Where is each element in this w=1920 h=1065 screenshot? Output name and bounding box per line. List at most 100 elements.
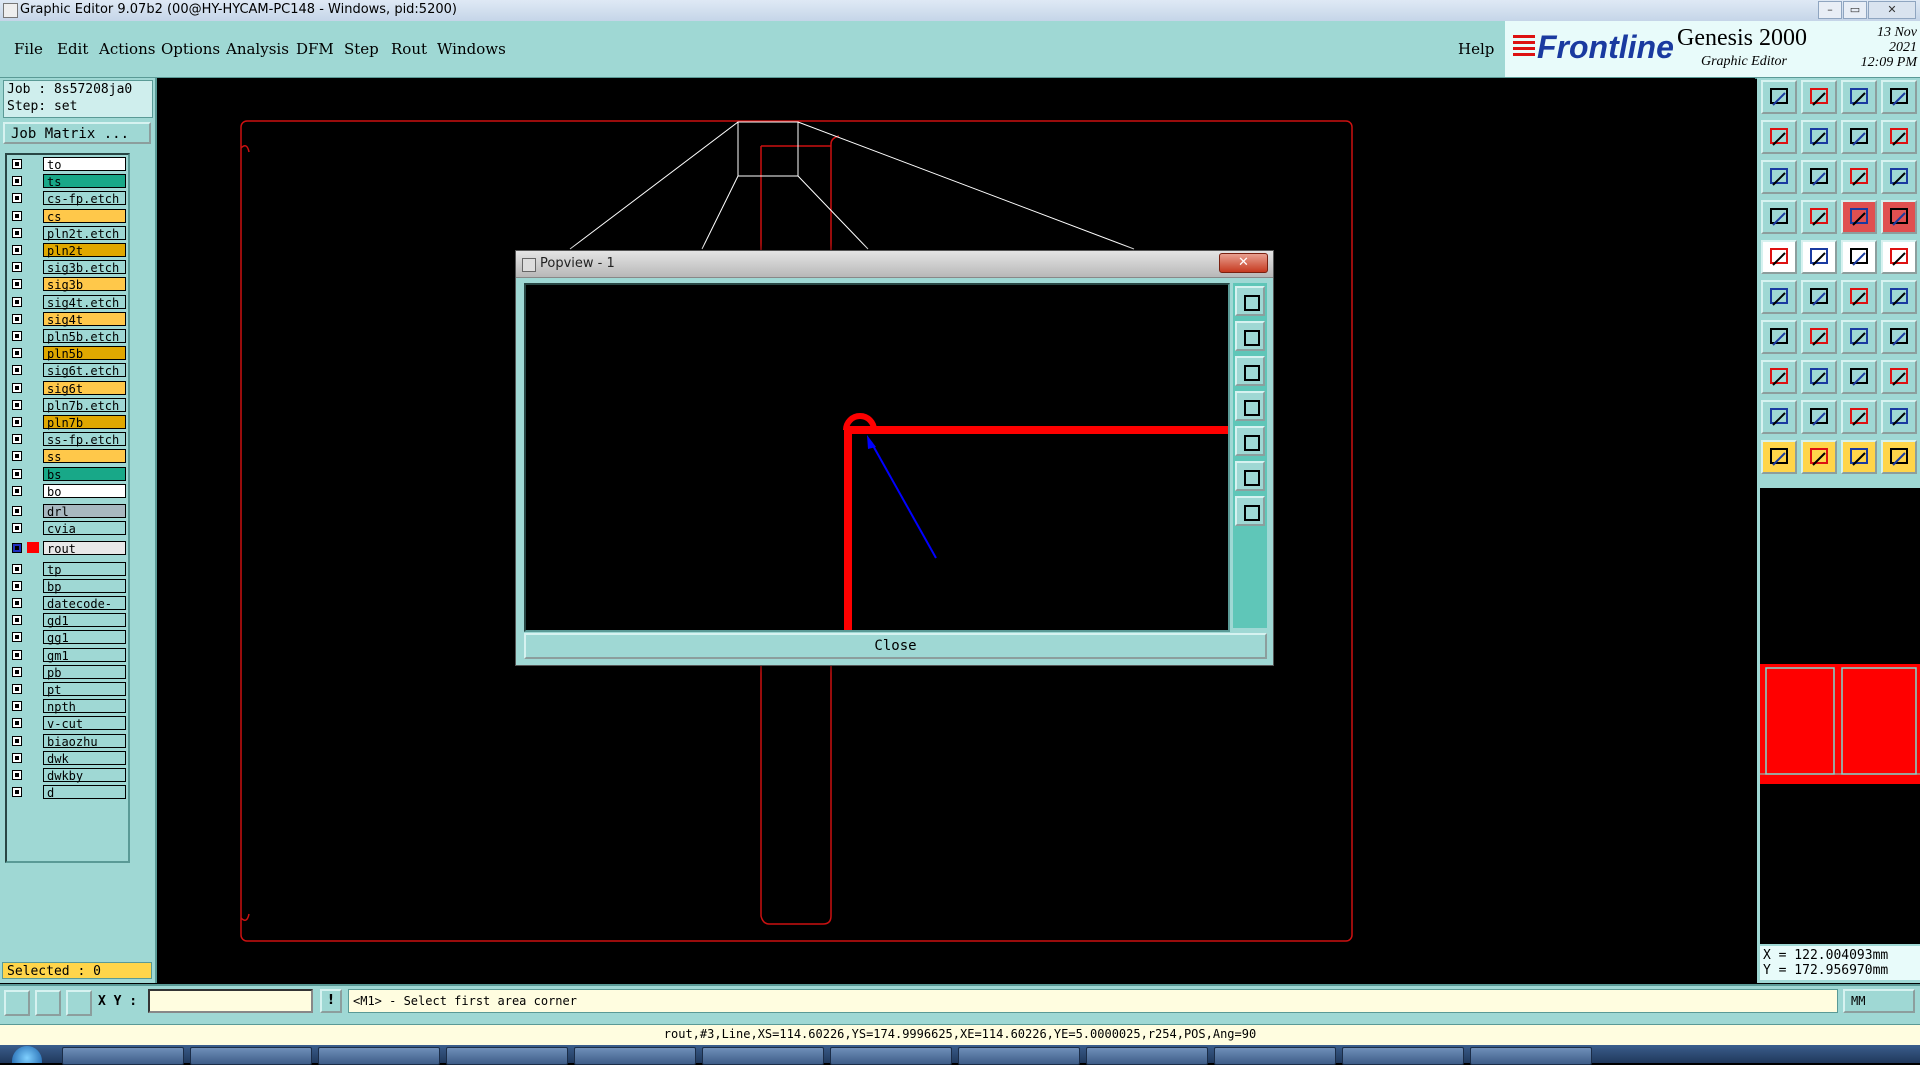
pointer-icon[interactable] [1761,440,1797,474]
home-view-icon[interactable] [1841,80,1877,114]
layer-name[interactable]: sig3b [43,277,126,292]
triangle-icon[interactable] [1761,400,1797,434]
pad-move-icon[interactable] [1761,360,1797,394]
layer-name[interactable]: bo [43,483,126,499]
pointer-path-icon[interactable] [1881,440,1917,474]
layer-checkbox[interactable] [12,718,22,729]
layer-name[interactable]: to [43,157,126,172]
layer-name[interactable]: rout [43,541,126,556]
maximize-button[interactable]: ▭ [1843,1,1867,19]
pointer-area-icon[interactable] [1841,440,1877,474]
layer-name[interactable]: dwk [43,750,126,766]
unit-selector[interactable]: MM [1843,989,1915,1013]
layer-name[interactable]: cs [43,208,126,224]
layer-row-to[interactable]: to [9,157,126,172]
close-window-button[interactable]: ✕ [1868,1,1916,19]
layer-name[interactable]: pln5b.etch [43,329,126,344]
xy-input[interactable] [148,989,313,1013]
copy-layer-icon[interactable] [1761,80,1797,114]
menu-help[interactable]: Help [1458,40,1494,58]
layer-row-gd1[interactable]: gd1 [9,613,126,628]
layer-checkbox[interactable] [12,348,22,359]
layer-row-d[interactable]: d [9,785,126,800]
popview-zoom-icon[interactable] [1235,286,1265,316]
layer-row-sig4t.etch[interactable]: sig4t.etch [9,294,126,310]
layer-name[interactable]: sig6t [43,380,126,396]
popview-pan-right-icon[interactable] [1235,426,1265,456]
query-icon[interactable] [1881,160,1917,194]
layer-checkbox[interactable] [12,399,22,410]
taskbar-button[interactable] [1470,1047,1592,1065]
popview-close-button[interactable]: Close [524,633,1267,659]
layer-name[interactable]: pln2t [43,243,126,258]
layer-checkbox[interactable] [12,159,22,169]
layer-checkbox[interactable] [12,563,22,574]
layer-row-v-cut[interactable]: v-cut [9,716,126,731]
layer-name[interactable]: biaozhu [43,733,126,749]
layer-name[interactable]: pln5b [43,346,126,361]
ratio-icon[interactable] [1841,160,1877,194]
layer-row-gm1[interactable]: gm1 [9,647,126,663]
layer-checkbox[interactable] [12,543,22,554]
layer-row-datecode-to[interactable]: datecode-to [9,596,126,625]
layer-name[interactable]: gm1 [43,647,126,663]
layer-row-sig3b[interactable]: sig3b [9,277,126,292]
measure-mode-icon[interactable] [35,990,61,1016]
arc-icon[interactable] [1841,320,1877,354]
taskbar-button[interactable] [190,1047,312,1065]
layer-row-biaozhu[interactable]: biaozhu [9,733,126,749]
popview-zoom-out-icon[interactable] [1235,496,1265,526]
layer-row-bo[interactable]: bo [9,483,126,499]
taskbar-button[interactable] [958,1047,1080,1065]
layer-checkbox[interactable] [12,382,22,393]
layer-name[interactable]: sig4t [43,311,126,327]
layers-red-icon[interactable] [1841,200,1877,234]
layer-row-pln5b.etch[interactable]: pln5b.etch [9,329,126,344]
layer-checkbox[interactable] [12,296,22,307]
layer-name[interactable]: drl [43,504,126,519]
line-move-icon[interactable] [1801,360,1837,394]
menu-analysis[interactable]: Analysis [226,40,289,58]
layer-row-pln2t[interactable]: pln2t [9,243,126,258]
layer-row-pb[interactable]: pb [9,664,126,680]
pointer-select-icon[interactable] [1801,440,1837,474]
layer-checkbox[interactable] [12,598,22,608]
layer-row-cs[interactable]: cs [9,208,126,224]
popview-title-bar[interactable]: Popview - 1 ✕ [516,251,1273,278]
shape-alt-icon[interactable] [1881,400,1917,434]
layer-checkbox[interactable] [12,684,22,694]
layer-row-ss-fp.etch[interactable]: ss-fp.etch [9,432,126,447]
circle-add-icon[interactable] [1881,240,1917,274]
minimize-button[interactable]: – [1818,1,1842,19]
fit-view-icon[interactable] [1761,160,1797,194]
layer-name[interactable]: pb [43,664,126,680]
layer-row-pln5b[interactable]: pln5b [9,346,126,361]
taskbar-button[interactable] [318,1047,440,1065]
line-edit-icon[interactable] [1761,320,1797,354]
popview-canvas[interactable] [524,283,1230,632]
layer-row-gg1[interactable]: gg1 [9,630,126,645]
layer-name[interactable]: sig6t.etch [43,363,126,378]
group-icon[interactable] [1881,360,1917,394]
snap-icon[interactable] [1881,120,1917,154]
layer-checkbox[interactable] [12,580,22,591]
layer-row-sig6t[interactable]: sig6t [9,380,126,396]
layer-row-ss[interactable]: ss [9,449,126,464]
taskbar-button[interactable] [1086,1047,1208,1065]
layer-name[interactable]: sig3b.etch [43,260,126,275]
move-right-icon[interactable] [1801,120,1837,154]
grid-mode-icon[interactable] [66,990,92,1016]
layer-checkbox[interactable] [12,210,22,221]
taskbar-button[interactable] [62,1047,184,1065]
taskbar-button[interactable] [702,1047,824,1065]
layer-checkbox[interactable] [12,523,22,534]
layer-checkbox[interactable] [12,365,22,376]
text-add-icon[interactable] [1841,240,1877,274]
layer-row-dwkby[interactable]: dwkby [9,768,126,783]
layer-checkbox[interactable] [12,787,22,798]
layer-name[interactable]: pln7b [43,415,126,430]
taskbar-button[interactable] [1342,1047,1464,1065]
paste-layer-icon[interactable] [1801,80,1837,114]
layer-row-pln7b[interactable]: pln7b [9,415,126,430]
layer-checkbox[interactable] [12,485,22,496]
